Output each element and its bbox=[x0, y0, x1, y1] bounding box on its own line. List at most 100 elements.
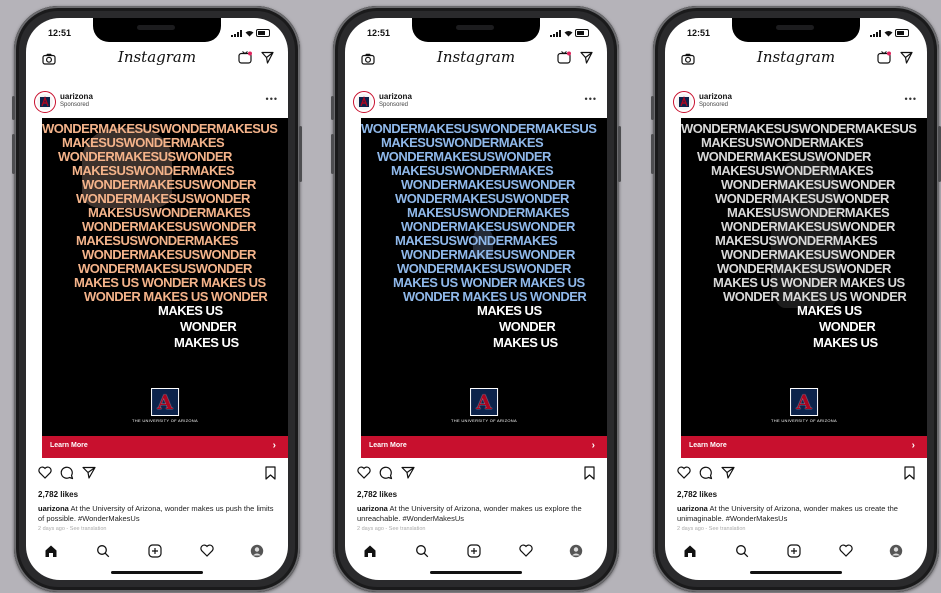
heart-icon[interactable] bbox=[357, 466, 371, 484]
app-header: Instagram bbox=[26, 46, 288, 74]
post-username[interactable]: uarizona bbox=[699, 92, 732, 101]
more-options-icon[interactable]: ••• bbox=[585, 94, 597, 104]
home-icon[interactable] bbox=[44, 544, 58, 563]
bookmark-icon[interactable] bbox=[265, 466, 276, 485]
ad-image[interactable]: WONDERMAKESUSWONDERMAKESUS MAKESUSWONDERM… bbox=[42, 118, 288, 436]
ad-text-line: MAKES US WONDER MAKES US bbox=[713, 275, 905, 290]
ad-text-line: WONDERMAKESUSWONDER bbox=[721, 219, 895, 234]
phone-screen: 12:51 Instagram uarizona Sponsored ••• W… bbox=[665, 18, 927, 580]
ad-text-line: WONDER MAKES US WONDER bbox=[723, 289, 907, 304]
activity-heart-icon[interactable] bbox=[200, 544, 214, 562]
new-post-icon[interactable] bbox=[148, 544, 162, 563]
ad-text-line: MAKES US WONDER MAKES US bbox=[393, 275, 585, 290]
likes-count[interactable]: 2,782 likes bbox=[677, 490, 717, 499]
avatar[interactable] bbox=[34, 91, 56, 113]
likes-count[interactable]: 2,782 likes bbox=[38, 490, 78, 499]
sponsored-label: Sponsored bbox=[699, 102, 729, 108]
ad-text-line: WONDERMAKESUSWONDER bbox=[82, 247, 256, 262]
igtv-icon[interactable] bbox=[238, 51, 252, 69]
share-icon[interactable] bbox=[721, 466, 735, 484]
logo-caption: THE UNIVERSITY OF ARIZONA bbox=[451, 418, 517, 423]
phone-frame: 12:51 Instagram uarizona Sponsored ••• W… bbox=[651, 6, 941, 592]
ad-image[interactable]: WONDERMAKESUSWONDERMAKESUS MAKESUSWONDERM… bbox=[361, 118, 607, 436]
ad-text-line: WONDERMAKESUSWONDER bbox=[58, 149, 232, 164]
university-a-icon: A bbox=[789, 388, 818, 416]
direct-message-icon[interactable] bbox=[580, 51, 593, 69]
likes-count[interactable]: 2,782 likes bbox=[357, 490, 397, 499]
home-icon[interactable] bbox=[683, 544, 697, 563]
ad-text-line: MAKESUSWONDERMAKES bbox=[395, 233, 558, 248]
post-actions bbox=[345, 466, 607, 486]
ad-text-line: WONDERMAKESUSWONDERMAKESUS bbox=[361, 121, 597, 136]
ad-text-line: MAKES US WONDER MAKES US bbox=[74, 275, 266, 290]
university-logo-icon bbox=[679, 96, 689, 107]
caption-text: At the University of Arizona, wonder mak… bbox=[38, 504, 274, 523]
learn-more-label: Learn More bbox=[50, 442, 88, 449]
heart-icon[interactable] bbox=[38, 466, 52, 484]
post-username[interactable]: uarizona bbox=[379, 92, 412, 101]
comment-icon[interactable] bbox=[699, 466, 713, 485]
caption-text: At the University of Arizona, wonder mak… bbox=[677, 504, 898, 523]
profile-avatar-icon[interactable] bbox=[569, 544, 583, 563]
phone-side-button bbox=[651, 96, 654, 120]
ad-text-line: WONDERMAKESUSWONDER bbox=[395, 191, 569, 206]
ad-text-line: WONDER bbox=[819, 319, 876, 334]
more-options-icon[interactable]: ••• bbox=[266, 94, 278, 104]
post-timestamp: 2 days ago - See translation bbox=[677, 526, 746, 532]
caption-username[interactable]: uarizona bbox=[38, 504, 69, 513]
ad-text-line: MAKESUSWONDERMAKES bbox=[88, 205, 251, 220]
search-icon[interactable] bbox=[735, 544, 749, 563]
university-logo-icon bbox=[359, 96, 369, 107]
avatar[interactable] bbox=[673, 91, 695, 113]
search-icon[interactable] bbox=[415, 544, 429, 563]
post-caption: uarizona At the University of Arizona, w… bbox=[38, 504, 278, 524]
phone-side-button bbox=[618, 126, 621, 182]
home-indicator bbox=[111, 571, 203, 574]
ad-text-line: WONDERMAKESUSWONDER bbox=[401, 247, 575, 262]
igtv-icon[interactable] bbox=[877, 51, 891, 69]
new-post-icon[interactable] bbox=[467, 544, 481, 563]
post-header: uarizona Sponsored ••• bbox=[665, 90, 927, 118]
learn-more-button[interactable]: Learn More › bbox=[681, 436, 927, 458]
activity-heart-icon[interactable] bbox=[839, 544, 853, 562]
new-post-icon[interactable] bbox=[787, 544, 801, 563]
direct-message-icon[interactable] bbox=[900, 51, 913, 69]
caption-username[interactable]: uarizona bbox=[357, 504, 388, 513]
bottom-tab-bar bbox=[665, 540, 927, 566]
status-time: 12:51 bbox=[48, 28, 72, 38]
ad-text-line: MAKES US bbox=[477, 303, 542, 318]
ad-text-line: WONDERMAKESUSWONDER bbox=[697, 149, 871, 164]
ad-text-line: WONDER MAKES US WONDER bbox=[84, 289, 268, 304]
bottom-tab-bar bbox=[345, 540, 607, 566]
university-a-icon: A bbox=[469, 388, 498, 416]
heart-icon[interactable] bbox=[677, 466, 691, 484]
ad-text-line: MAKES US bbox=[158, 303, 223, 318]
ad-text-line: MAKES US bbox=[174, 335, 239, 350]
post-username[interactable]: uarizona bbox=[60, 92, 93, 101]
chevron-right-icon: › bbox=[272, 440, 276, 451]
share-icon[interactable] bbox=[401, 466, 415, 484]
caption-username[interactable]: uarizona bbox=[677, 504, 708, 513]
learn-more-button[interactable]: Learn More › bbox=[361, 436, 607, 458]
phone-side-button bbox=[12, 134, 15, 174]
comment-icon[interactable] bbox=[379, 466, 393, 485]
igtv-icon[interactable] bbox=[557, 51, 571, 69]
search-icon[interactable] bbox=[96, 544, 110, 563]
ad-image[interactable]: WONDERMAKESUSWONDERMAKESUS MAKESUSWONDERM… bbox=[681, 118, 927, 436]
bookmark-icon[interactable] bbox=[584, 466, 595, 485]
activity-heart-icon[interactable] bbox=[519, 544, 533, 562]
profile-avatar-icon[interactable] bbox=[250, 544, 264, 563]
bookmark-icon[interactable] bbox=[904, 466, 915, 485]
signal-icon bbox=[550, 29, 561, 37]
avatar[interactable] bbox=[353, 91, 375, 113]
university-logo-icon bbox=[40, 96, 50, 107]
ad-text-line: MAKESUSWONDERMAKES bbox=[715, 233, 878, 248]
learn-more-button[interactable]: Learn More › bbox=[42, 436, 288, 458]
share-icon[interactable] bbox=[82, 466, 96, 484]
more-options-icon[interactable]: ••• bbox=[905, 94, 917, 104]
direct-message-icon[interactable] bbox=[261, 51, 274, 69]
signal-icon bbox=[231, 29, 242, 37]
profile-avatar-icon[interactable] bbox=[889, 544, 903, 563]
home-icon[interactable] bbox=[363, 544, 377, 563]
comment-icon[interactable] bbox=[60, 466, 74, 485]
